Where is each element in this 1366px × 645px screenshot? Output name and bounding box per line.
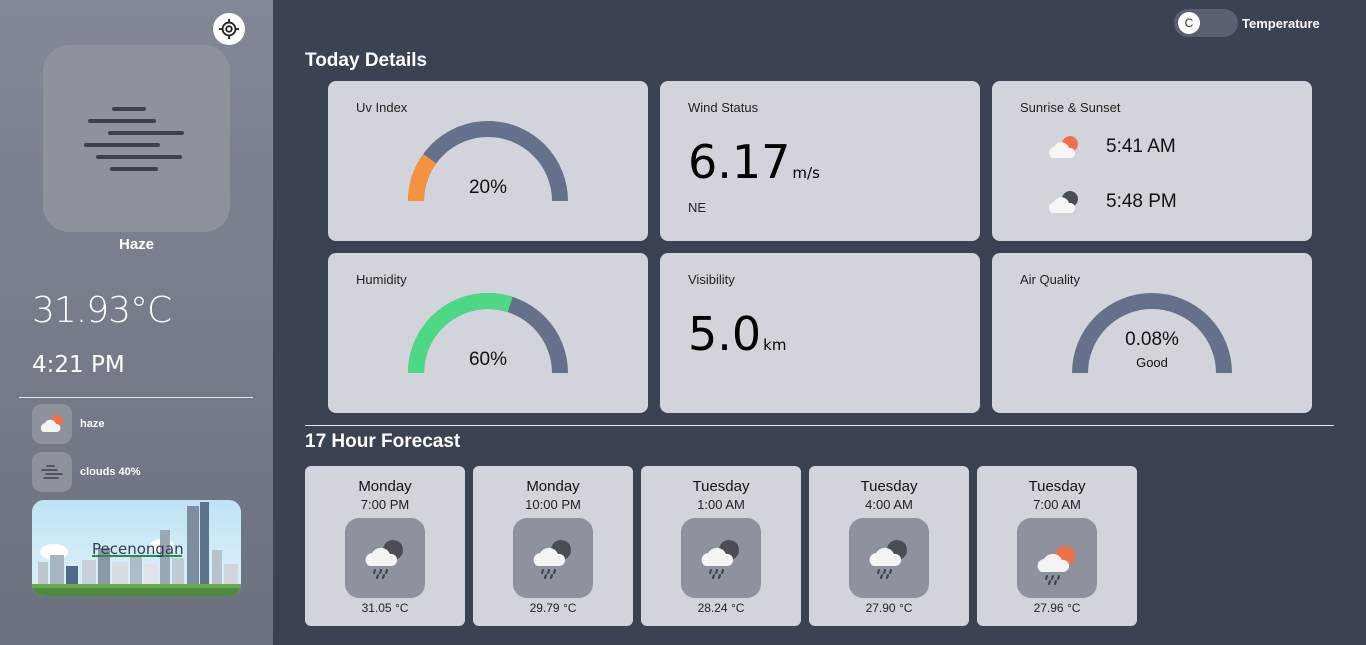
detail-item-clouds: clouds 40%: [32, 452, 141, 492]
day-rain-icon: [1037, 546, 1075, 585]
sunset-time: 5:48 PM: [1106, 191, 1177, 212]
night-rain-icon: [701, 540, 739, 579]
air-quality-card: Air Quality 0.08% Good: [992, 253, 1312, 413]
wind-direction: NE: [688, 200, 707, 215]
visibility: 5.0 km: [688, 307, 786, 361]
haze-icon: [83, 106, 184, 171]
night-rain-icon: [365, 540, 403, 579]
sunset-icon: [1049, 191, 1078, 213]
current-weather-icon-box: [43, 45, 230, 232]
forecast-card: Tuesday 7:00 AM 27.96 °C: [977, 466, 1137, 626]
wind-status-card: Wind Status 6.17 m/s NE: [660, 81, 980, 241]
detail-item-description: haze: [32, 404, 104, 444]
card-title: Sunrise & Sunset: [1020, 100, 1121, 115]
forecast-card: Tuesday 1:00 AM 28.24 °C: [641, 466, 801, 626]
forecast-time: 7:00 PM: [360, 497, 410, 512]
forecast-day: Tuesday: [692, 478, 750, 495]
sunset-row: 5:48 PM: [1044, 188, 1177, 216]
forecast-card: Tuesday 4:00 AM 27.90 °C: [809, 466, 969, 626]
wind-speed-value: 6.17: [688, 135, 791, 189]
card-title: Uv Index: [356, 100, 408, 115]
sunrise-icon: [1049, 136, 1078, 158]
forecast-day: Monday: [526, 478, 580, 495]
uv-index-card: Uv Index 20%: [328, 81, 648, 241]
forecast-day: Monday: [358, 478, 412, 495]
humidity-value: 60%: [468, 349, 508, 370]
toggle-label: Temperature: [1242, 16, 1320, 31]
uv-value: 20%: [468, 177, 508, 198]
wind-unit: m/s: [792, 164, 820, 182]
forecast-card: Monday 10:00 PM 29.79 °C: [473, 466, 633, 626]
city-card[interactable]: Pecenongan: [32, 500, 241, 596]
card-title: Wind Status: [688, 100, 759, 115]
forecast-temp: 28.24 °C: [697, 601, 745, 615]
forecast-temp: 27.96 °C: [1033, 601, 1081, 615]
sun-cloud-icon: [40, 415, 63, 432]
card-title: Humidity: [356, 272, 407, 287]
air-quality-value: 0.08%: [1125, 329, 1179, 350]
visibility-card: Visibility 5.0 km: [660, 253, 980, 413]
forecast-temp: 31.05 °C: [361, 601, 409, 615]
toggle-knob: C: [1178, 12, 1200, 34]
forecast-temp: 27.90 °C: [865, 601, 913, 615]
card-title: Air Quality: [1020, 272, 1080, 287]
detail-label: clouds 40%: [80, 466, 141, 478]
sunrise-sunset-card: Sunrise & Sunset 5:41 AM 5:48 PM: [992, 81, 1312, 241]
haze-icon: [41, 465, 63, 479]
forecast-time: 10:00 PM: [525, 497, 581, 512]
night-rain-icon: [869, 540, 907, 579]
wind-speed: 6.17 m/s: [688, 135, 820, 189]
forecast-day: Tuesday: [860, 478, 918, 495]
forecast-time: 7:00 AM: [1033, 497, 1081, 512]
visibility-unit: km: [763, 336, 787, 354]
sunrise-row: 5:41 AM: [1044, 133, 1176, 161]
forecast-heading: 17 Hour Forecast: [305, 431, 461, 452]
forecast-time: 1:00 AM: [697, 497, 745, 512]
locate-button[interactable]: [213, 13, 245, 45]
today-details-heading: Today Details: [305, 50, 428, 71]
visibility-value: 5.0: [688, 307, 762, 361]
crosshair-icon: [218, 18, 240, 40]
forecast-day: Tuesday: [1028, 478, 1086, 495]
divider: [19, 397, 253, 398]
section-divider: [305, 425, 1334, 426]
forecast-time: 4:00 AM: [865, 497, 913, 512]
humidity-card: Humidity 60%: [328, 253, 648, 413]
sunrise-time: 5:41 AM: [1106, 136, 1176, 157]
forecast-card: Monday 7:00 PM 31.05 °C: [305, 466, 465, 626]
condition-label: Haze: [118, 236, 155, 253]
detail-label: haze: [80, 418, 105, 430]
unit-toggle[interactable]: C: [1174, 9, 1238, 37]
weather-app: Haze 31.93°C 4:21 PM haze clouds 40% Pec…: [0, 0, 1366, 645]
city-name: Pecenongan: [92, 540, 184, 558]
current-time: 4:21 PM: [32, 352, 125, 378]
forecast-temp: 29.79 °C: [529, 601, 577, 615]
current-temperature: 31.93°C: [32, 290, 172, 331]
card-title: Visibility: [688, 272, 735, 287]
night-rain-icon: [533, 540, 571, 579]
sidebar: Haze 31.93°C 4:21 PM haze clouds 40% Pec…: [0, 0, 273, 645]
air-quality-status: Good: [1136, 355, 1168, 370]
